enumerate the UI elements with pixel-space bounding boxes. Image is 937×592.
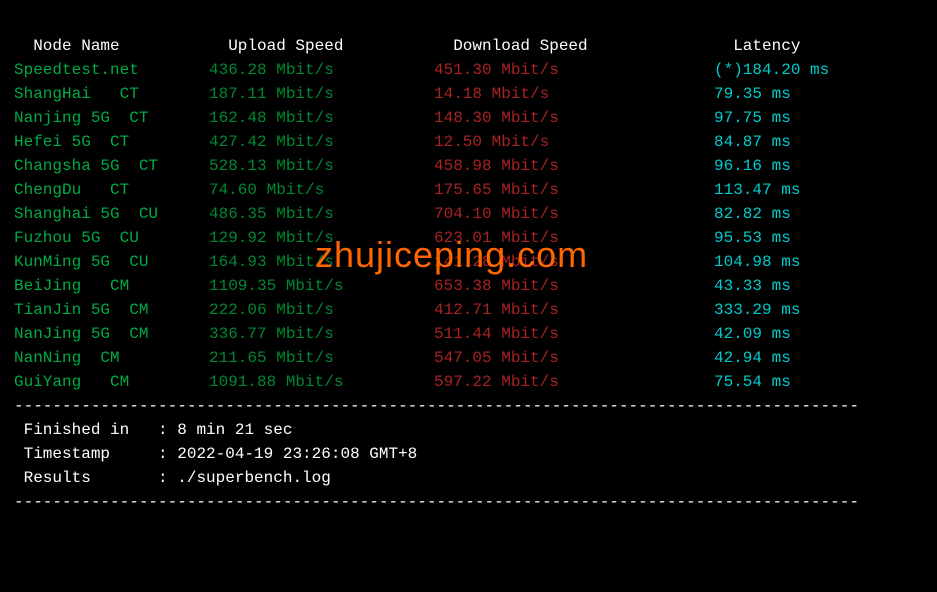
- latency-value: 96.16 ms: [714, 154, 791, 178]
- node-name: Speedtest.net: [14, 58, 209, 82]
- download-speed: 148.30 Mbit/s: [434, 106, 714, 130]
- finished-value: 8 min 21 sec: [177, 421, 292, 439]
- download-speed: 653.38 Mbit/s: [434, 274, 714, 298]
- download-speed: 704.10 Mbit/s: [434, 202, 714, 226]
- table-row: NanNing CM211.65 Mbit/s547.05 Mbit/s42.9…: [14, 346, 923, 370]
- table-row: Hefei 5G CT427.42 Mbit/s12.50 Mbit/s84.8…: [14, 130, 923, 154]
- upload-speed: 427.42 Mbit/s: [209, 130, 434, 154]
- download-speed: 547.05 Mbit/s: [434, 346, 714, 370]
- latency-value: 333.29 ms: [714, 298, 800, 322]
- node-name: GuiYang CM: [14, 370, 209, 394]
- latency-value: 82.82 ms: [714, 202, 791, 226]
- upload-speed: 129.92 Mbit/s: [209, 226, 434, 250]
- download-speed: 451.30 Mbit/s: [434, 58, 714, 82]
- download-speed: 511.44 Mbit/s: [434, 322, 714, 346]
- table-row: Nanjing 5G CT162.48 Mbit/s148.30 Mbit/s9…: [14, 106, 923, 130]
- table-row: KunMing 5G CU164.93 Mbit/s141.28 Mbit/s1…: [14, 250, 923, 274]
- node-name: TianJin 5G CM: [14, 298, 209, 322]
- timestamp-value: 2022-04-19 23:26:08 GMT+8: [177, 445, 417, 463]
- upload-speed: 1091.88 Mbit/s: [209, 370, 434, 394]
- latency-value: 104.98 ms: [714, 250, 800, 274]
- upload-speed: 211.65 Mbit/s: [209, 346, 434, 370]
- footer-finished: Finished in : 8 min 21 sec: [14, 418, 923, 442]
- table-row: Speedtest.net436.28 Mbit/s451.30 Mbit/s(…: [14, 58, 923, 82]
- table-row: Changsha 5G CT528.13 Mbit/s458.98 Mbit/s…: [14, 154, 923, 178]
- footer-timestamp: Timestamp : 2022-04-19 23:26:08 GMT+8: [14, 442, 923, 466]
- upload-speed: 436.28 Mbit/s: [209, 58, 434, 82]
- timestamp-label: Timestamp :: [14, 445, 177, 463]
- download-speed: 597.22 Mbit/s: [434, 370, 714, 394]
- node-name: Fuzhou 5G CU: [14, 226, 209, 250]
- table-row: ShangHai CT187.11 Mbit/s14.18 Mbit/s79.3…: [14, 82, 923, 106]
- latency-value: 97.75 ms: [714, 106, 791, 130]
- latency-value: (*)184.20 ms: [714, 58, 829, 82]
- node-name: KunMing 5G CU: [14, 250, 209, 274]
- latency-value: 75.54 ms: [714, 370, 791, 394]
- upload-speed: 528.13 Mbit/s: [209, 154, 434, 178]
- node-name: NanJing 5G CM: [14, 322, 209, 346]
- node-name: ChengDu CT: [14, 178, 209, 202]
- upload-speed: 162.48 Mbit/s: [209, 106, 434, 130]
- node-name: Nanjing 5G CT: [14, 106, 209, 130]
- table-row: Fuzhou 5G CU129.92 Mbit/s623.01 Mbit/s95…: [14, 226, 923, 250]
- node-name: ShangHai CT: [14, 82, 209, 106]
- divider-line-bottom: ----------------------------------------…: [14, 490, 923, 514]
- finished-label: Finished in :: [14, 421, 177, 439]
- upload-speed: 486.35 Mbit/s: [209, 202, 434, 226]
- node-name: NanNing CM: [14, 346, 209, 370]
- download-speed: 175.65 Mbit/s: [434, 178, 714, 202]
- latency-value: 43.33 ms: [714, 274, 791, 298]
- download-speed: 623.01 Mbit/s: [434, 226, 714, 250]
- node-name: Shanghai 5G CU: [14, 202, 209, 226]
- download-speed: 458.98 Mbit/s: [434, 154, 714, 178]
- download-speed: 412.71 Mbit/s: [434, 298, 714, 322]
- header-download: Download Speed: [453, 34, 733, 58]
- upload-speed: 164.93 Mbit/s: [209, 250, 434, 274]
- table-row: NanJing 5G CM336.77 Mbit/s511.44 Mbit/s4…: [14, 322, 923, 346]
- results-label: Results :: [14, 469, 177, 487]
- table-header-row: Node NameUpload SpeedDownload SpeedLaten…: [14, 10, 923, 58]
- table-row: Shanghai 5G CU486.35 Mbit/s704.10 Mbit/s…: [14, 202, 923, 226]
- table-row: TianJin 5G CM222.06 Mbit/s412.71 Mbit/s3…: [14, 298, 923, 322]
- header-upload: Upload Speed: [228, 34, 453, 58]
- node-name: BeiJing CM: [14, 274, 209, 298]
- latency-value: 84.87 ms: [714, 130, 791, 154]
- latency-value: 95.53 ms: [714, 226, 791, 250]
- latency-value: 42.09 ms: [714, 322, 791, 346]
- header-latency: Latency: [733, 34, 800, 58]
- header-node: Node Name: [33, 34, 228, 58]
- node-name: Hefei 5G CT: [14, 130, 209, 154]
- divider-line: ----------------------------------------…: [14, 394, 923, 418]
- upload-speed: 336.77 Mbit/s: [209, 322, 434, 346]
- footer-results: Results : ./superbench.log: [14, 466, 923, 490]
- table-row: GuiYang CM1091.88 Mbit/s597.22 Mbit/s75.…: [14, 370, 923, 394]
- latency-value: 113.47 ms: [714, 178, 800, 202]
- upload-speed: 222.06 Mbit/s: [209, 298, 434, 322]
- table-row: BeiJing CM1109.35 Mbit/s653.38 Mbit/s43.…: [14, 274, 923, 298]
- latency-value: 79.35 ms: [714, 82, 791, 106]
- upload-speed: 1109.35 Mbit/s: [209, 274, 434, 298]
- download-speed: 12.50 Mbit/s: [434, 130, 714, 154]
- upload-speed: 74.60 Mbit/s: [209, 178, 434, 202]
- results-value: ./superbench.log: [177, 469, 331, 487]
- table-body: Speedtest.net436.28 Mbit/s451.30 Mbit/s(…: [14, 58, 923, 394]
- latency-value: 42.94 ms: [714, 346, 791, 370]
- upload-speed: 187.11 Mbit/s: [209, 82, 434, 106]
- node-name: Changsha 5G CT: [14, 154, 209, 178]
- download-speed: 141.28 Mbit/s: [434, 250, 714, 274]
- download-speed: 14.18 Mbit/s: [434, 82, 714, 106]
- table-row: ChengDu CT74.60 Mbit/s175.65 Mbit/s113.4…: [14, 178, 923, 202]
